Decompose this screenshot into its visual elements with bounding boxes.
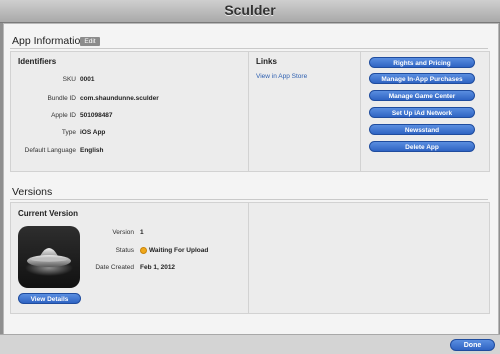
date-created-value: Feb 1, 2012 (140, 264, 176, 271)
ufo-icon (25, 248, 73, 276)
sku-value: 0001 (80, 76, 95, 83)
view-in-app-store-link[interactable]: View in App Store (256, 73, 307, 80)
window-titlebar: Sculder (0, 0, 500, 23)
done-button[interactable]: Done (450, 339, 495, 351)
bundle-id-value: com.shaundunne.sculder (80, 95, 159, 102)
set-up-iad-network-button[interactable]: Set Up iAd Network (369, 107, 475, 118)
current-version-heading: Current Version (18, 209, 79, 218)
view-details-button[interactable]: View Details (18, 293, 81, 304)
edit-button[interactable]: Edit (80, 37, 100, 46)
default-language-label: Default Language (24, 147, 76, 154)
bundle-id-label: Bundle ID (47, 95, 76, 102)
footer-bar (0, 334, 500, 354)
manage-game-center-button[interactable]: Manage Game Center (369, 90, 475, 101)
delete-app-button[interactable]: Delete App (369, 141, 475, 152)
versions-panel (10, 202, 490, 314)
sku-label: SKU (62, 76, 76, 83)
version-value: 1 (140, 229, 144, 236)
panel-divider (360, 51, 361, 172)
apple-id-value: 501098487 (80, 112, 113, 119)
section-divider (10, 199, 488, 200)
manage-in-app-purchases-button[interactable]: Manage In-App Purchases (369, 73, 475, 84)
versions-title: Versions (12, 186, 53, 198)
type-value: iOS App (80, 129, 106, 136)
type-label: Type (61, 129, 76, 136)
status-label: Status (115, 247, 134, 254)
panel-divider (248, 51, 249, 172)
app-information-title: App Information (12, 35, 87, 47)
status-indicator-icon (140, 247, 147, 254)
newsstand-button[interactable]: Newsstand (369, 124, 475, 135)
status-value: Waiting For Upload (149, 247, 209, 254)
rights-and-pricing-button[interactable]: Rights and Pricing (369, 57, 475, 68)
links-heading: Links (256, 57, 277, 66)
version-label: Version (112, 229, 134, 236)
app-icon (18, 226, 80, 288)
identifiers-heading: Identifiers (18, 57, 57, 66)
section-divider (10, 48, 488, 49)
apple-id-label: Apple ID (51, 112, 76, 119)
default-language-value: English (80, 147, 104, 154)
window-title: Sculder (224, 2, 276, 18)
date-created-label: Date Created (95, 264, 134, 271)
panel-divider (248, 202, 249, 314)
